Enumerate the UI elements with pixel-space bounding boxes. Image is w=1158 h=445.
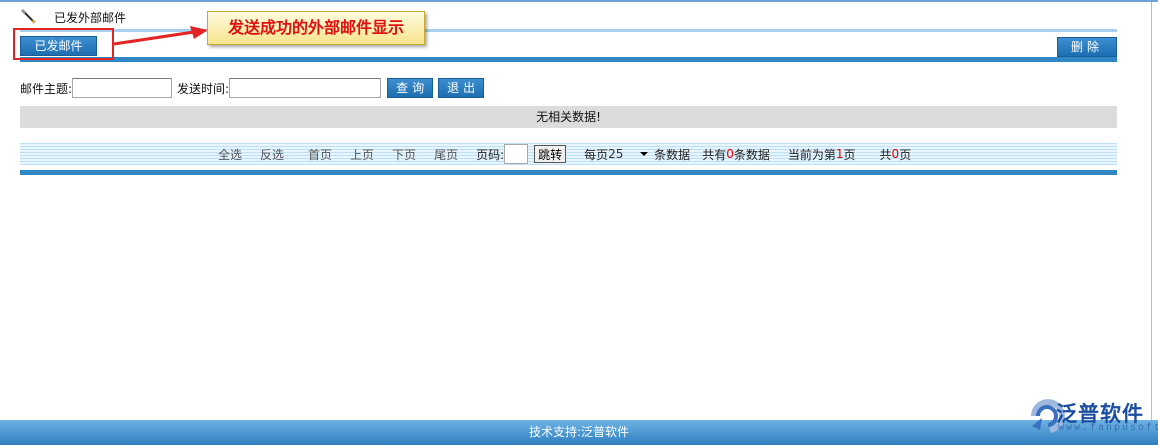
current-page: 1 <box>835 147 844 161</box>
current-suffix: 页 <box>843 147 856 162</box>
annotation-callout: 发送成功的外部邮件显示 <box>207 11 425 45</box>
per-page-suffix: 条数据 <box>654 147 691 162</box>
select-all-link[interactable]: 全选 <box>218 146 242 163</box>
exit-button[interactable]: 退出 <box>438 78 485 98</box>
last-page-link[interactable]: 尾页 <box>434 146 458 163</box>
top-border <box>0 0 1158 2</box>
per-page-prefix: 每页 <box>584 147 609 162</box>
pagination-bottom-bar <box>20 170 1117 175</box>
page-title: 已发外部邮件 <box>54 10 127 25</box>
delete-button[interactable]: 删除 <box>1057 37 1117 57</box>
jump-button[interactable]: 跳转 <box>534 145 567 163</box>
right-border <box>1151 2 1152 420</box>
pagination-bar: 全选 反选 首页 上页 下页 尾页 页码: 跳转 每页 25 条数据 共有 0 … <box>20 143 1117 165</box>
pages-suffix: 页 <box>899 147 912 162</box>
page-number-input[interactable] <box>504 144 529 164</box>
pages-prefix: 共 <box>879 147 892 162</box>
dropdown-caret-icon <box>640 152 649 156</box>
search-row: 邮件主题: 发送时间: 查询 退出 <box>20 77 485 99</box>
empty-message: 无相关数据! <box>20 106 1117 128</box>
logo-url: www.fanpusoft.com <box>1058 423 1158 434</box>
highlight-box <box>13 28 114 60</box>
page-number-label: 页码: <box>476 147 505 162</box>
prev-page-link[interactable]: 上页 <box>350 146 374 163</box>
pen-icon <box>20 8 36 24</box>
footer: 技术支持:泛普软件 <box>0 420 1158 445</box>
subject-label: 邮件主题: <box>20 81 73 96</box>
first-page-link[interactable]: 首页 <box>308 146 332 163</box>
per-page-value: 25 <box>608 147 624 161</box>
query-button[interactable]: 查询 <box>387 78 434 98</box>
current-prefix: 当前为第 <box>787 147 836 162</box>
total-count: 0 <box>726 147 734 161</box>
send-time-input[interactable] <box>229 78 382 98</box>
red-arrow-icon <box>113 26 208 46</box>
per-page-select[interactable]: 25 <box>608 145 652 163</box>
page-title-row: 已发外部邮件 <box>20 6 126 28</box>
toolbar-bar <box>20 57 1117 62</box>
total-suffix: 条数据 <box>733 147 770 162</box>
total-prefix: 共有 <box>702 147 727 162</box>
invert-select-link[interactable]: 反选 <box>260 146 284 163</box>
send-time-label: 发送时间: <box>177 81 230 96</box>
subject-input[interactable] <box>72 78 173 98</box>
pages-count: 0 <box>891 147 900 161</box>
next-page-link[interactable]: 下页 <box>392 146 416 163</box>
